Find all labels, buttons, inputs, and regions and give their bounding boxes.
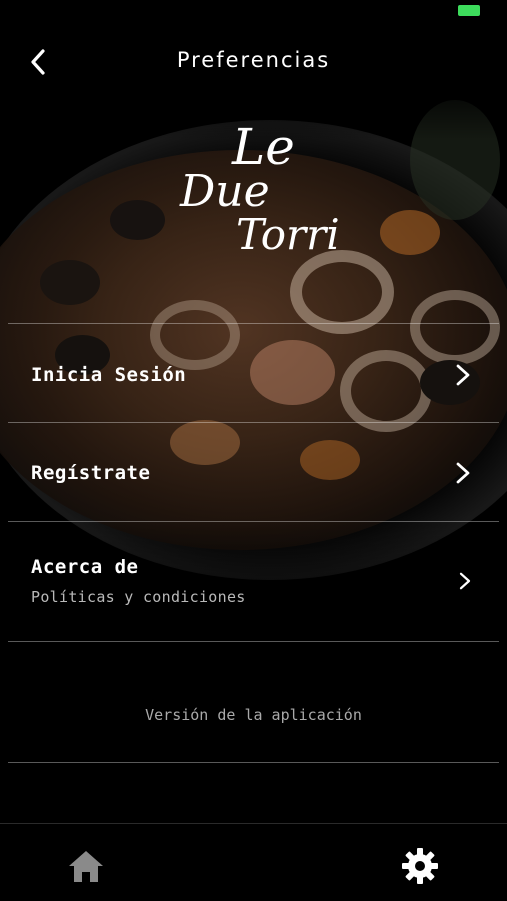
page-title: Preferencias	[176, 48, 331, 72]
chevron-right-icon	[456, 364, 470, 386]
menu-item-label: Inicia Sesión	[31, 364, 187, 386]
menu-item-sublabel: Políticas y condiciones	[31, 588, 246, 606]
app-version-row: Versión de la aplicación	[8, 641, 499, 763]
navigation-bar: Preferencias	[0, 30, 507, 94]
logo-line-3: Torri	[236, 210, 340, 259]
menu-item-about[interactable]: Acerca de Políticas y condiciones	[8, 521, 499, 642]
menu-item-label: Regístrate	[31, 462, 151, 484]
menu-item-login[interactable]: Inicia Sesión	[8, 323, 499, 422]
chevron-right-icon	[459, 572, 471, 590]
battery-icon	[458, 5, 480, 16]
chevron-right-icon	[456, 462, 470, 484]
tab-bar	[0, 823, 507, 901]
app-version-label: Versión de la aplicación	[145, 706, 362, 724]
home-icon	[69, 851, 103, 882]
menu-item-register[interactable]: Regístrate	[8, 422, 499, 521]
menu-item-label: Acerca de	[31, 556, 139, 578]
tab-settings[interactable]	[400, 846, 440, 886]
gear-icon	[402, 848, 438, 884]
preferences-menu: Inicia Sesión Regístrate Acerca de Polít…	[8, 323, 499, 642]
tab-home[interactable]	[66, 846, 106, 886]
restaurant-logo: Le Due Torri	[168, 118, 348, 278]
